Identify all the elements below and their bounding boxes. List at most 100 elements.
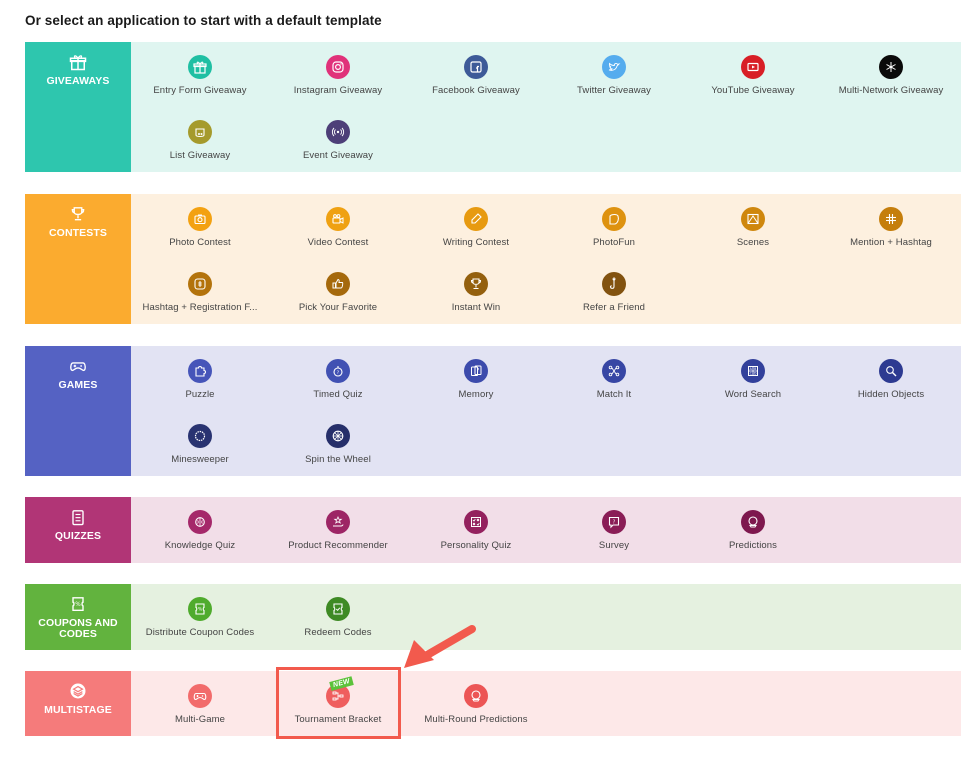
page-heading: Or select an application to start with a… xyxy=(25,13,382,28)
app-label: Minesweeper xyxy=(171,454,229,465)
app-label: Scenes xyxy=(736,237,770,248)
app-label: Predictions xyxy=(728,540,778,551)
apps-grid: % Distribute Coupon Codes Redeem Codes xyxy=(131,584,961,650)
svg-text:C: C xyxy=(750,371,753,375)
brain-icon xyxy=(188,510,212,534)
app-label: Hashtag + Registration F... xyxy=(142,302,258,313)
app-tile[interactable]: ABCD Word Search xyxy=(684,359,822,400)
app-tile[interactable]: Knowledge Quiz xyxy=(131,510,269,551)
apps-grid: Photo Contest Video Contest Writing Cont… xyxy=(131,194,961,324)
app-tile[interactable]: Multi-Round Predictions xyxy=(407,684,545,725)
app-tile[interactable]: ? Memory xyxy=(407,359,545,400)
app-tile[interactable]: Spin the Wheel xyxy=(269,424,407,465)
app-tile[interactable]: Redeem Codes xyxy=(269,597,407,638)
pen-icon xyxy=(464,207,488,231)
svg-text:D: D xyxy=(754,371,757,375)
coupon-icon: % xyxy=(68,594,88,614)
app-label: Twitter Giveaway xyxy=(577,85,651,96)
check-cross-grid-icon xyxy=(464,510,488,534)
mine-icon xyxy=(188,424,212,448)
category-label: CONTESTS xyxy=(49,227,107,239)
category-coupons: % COUPONS AND CODES xyxy=(25,584,131,650)
category-label: GAMES xyxy=(58,379,98,391)
app-label: Entry Form Giveaway xyxy=(153,85,247,96)
app-label: Writing Contest xyxy=(442,237,510,248)
crystal-ball-icon xyxy=(741,510,765,534)
app-tile[interactable]: Entry Form Giveaway xyxy=(131,55,269,96)
gamepad-icon xyxy=(188,684,212,708)
app-tile[interactable]: Multi-Network Giveaway xyxy=(822,55,960,96)
app-tile[interactable]: Twitter Giveaway xyxy=(545,55,683,96)
thumbs-up-icon xyxy=(326,272,350,296)
svg-text:%: % xyxy=(198,607,203,613)
app-label: Match It xyxy=(596,389,632,400)
app-label: Event Giveaway xyxy=(302,150,374,161)
app-tile[interactable]: Hidden Objects xyxy=(822,359,960,400)
app-tile[interactable]: Scenes xyxy=(684,207,822,248)
app-tile[interactable]: ? Survey xyxy=(545,510,683,551)
app-label: Puzzle xyxy=(185,389,215,400)
facebook-icon xyxy=(464,55,488,79)
app-tile[interactable]: PhotoFun xyxy=(545,207,683,248)
app-tile[interactable]: Product Recommender xyxy=(269,510,407,551)
app-tile[interactable]: ? Timed Quiz xyxy=(269,359,407,400)
gift-icon xyxy=(188,55,212,79)
app-label: Mention + Hashtag xyxy=(850,237,932,248)
checklist-icon xyxy=(68,507,88,527)
app-tile[interactable]: Instagram Giveaway xyxy=(269,55,407,96)
pointer-arrow-icon xyxy=(404,625,476,668)
category-giveaways: GIVEAWAYS xyxy=(25,42,131,172)
app-tile[interactable]: Instant Win xyxy=(407,272,545,313)
word-grid-icon: ABCD xyxy=(741,359,765,383)
app-tile[interactable]: Puzzle xyxy=(131,359,269,400)
app-tile[interactable]: List Giveaway xyxy=(131,120,269,161)
video-camera-icon xyxy=(326,207,350,231)
app-tile[interactable]: Photo Contest xyxy=(131,207,269,248)
app-label: Pick Your Favorite xyxy=(298,302,378,313)
app-label: Personality Quiz xyxy=(440,540,512,551)
app-label: Instagram Giveaway xyxy=(293,85,383,96)
app-tile[interactable]: Writing Contest xyxy=(407,207,545,248)
cards-icon: ? xyxy=(464,359,488,383)
hand-star-icon xyxy=(326,510,350,534)
app-tile[interactable]: Pick Your Favorite xyxy=(269,272,407,313)
hook-icon xyxy=(602,272,626,296)
app-tile[interactable]: Hashtag + Registration F... xyxy=(131,272,269,313)
app-label: Photo Contest xyxy=(169,237,231,248)
stopwatch-icon: ? xyxy=(326,359,350,383)
match-icon xyxy=(602,359,626,383)
app-label: Timed Quiz xyxy=(313,389,363,400)
app-tile[interactable]: Refer a Friend xyxy=(545,272,683,313)
app-label: Hidden Objects xyxy=(857,389,925,400)
broadcast-icon xyxy=(326,120,350,144)
app-label: Video Contest xyxy=(307,237,369,248)
app-tile[interactable]: Tournament Bracket xyxy=(269,684,407,725)
app-tile[interactable]: YouTube Giveaway xyxy=(684,55,822,96)
app-tile[interactable]: Multi-Game xyxy=(131,684,269,725)
instagram-icon xyxy=(326,55,350,79)
question-bubble-icon: ? xyxy=(602,510,626,534)
network-icon xyxy=(879,55,903,79)
app-label: Refer a Friend xyxy=(582,302,646,313)
magnifier-icon xyxy=(879,359,903,383)
svg-text:A: A xyxy=(750,367,753,371)
gamepad-icon xyxy=(68,356,88,376)
app-tile[interactable]: Personality Quiz xyxy=(407,510,545,551)
app-tile[interactable]: Video Contest xyxy=(269,207,407,248)
app-tile[interactable]: Event Giveaway xyxy=(269,120,407,161)
app-tile[interactable]: Minesweeper xyxy=(131,424,269,465)
app-tile[interactable]: Predictions xyxy=(684,510,822,551)
app-tile[interactable]: Facebook Giveaway xyxy=(407,55,545,96)
puzzle-icon xyxy=(188,359,212,383)
section-multistage: MULTISTAGE Multi-Game Tournament Bracket… xyxy=(25,671,961,736)
app-tile[interactable]: % Distribute Coupon Codes xyxy=(131,597,269,638)
app-tile[interactable]: Match It xyxy=(545,359,683,400)
app-label: Word Search xyxy=(724,389,782,400)
apps-grid: Knowledge Quiz Product Recommender Perso… xyxy=(131,497,961,563)
category-label: COUPONS AND CODES xyxy=(38,617,118,640)
photofun-icon xyxy=(602,207,626,231)
app-tile[interactable]: Mention + Hashtag xyxy=(822,207,960,248)
category-label: GIVEAWAYS xyxy=(46,75,110,87)
category-games: GAMES xyxy=(25,346,131,476)
crystal-ball-icon xyxy=(464,684,488,708)
